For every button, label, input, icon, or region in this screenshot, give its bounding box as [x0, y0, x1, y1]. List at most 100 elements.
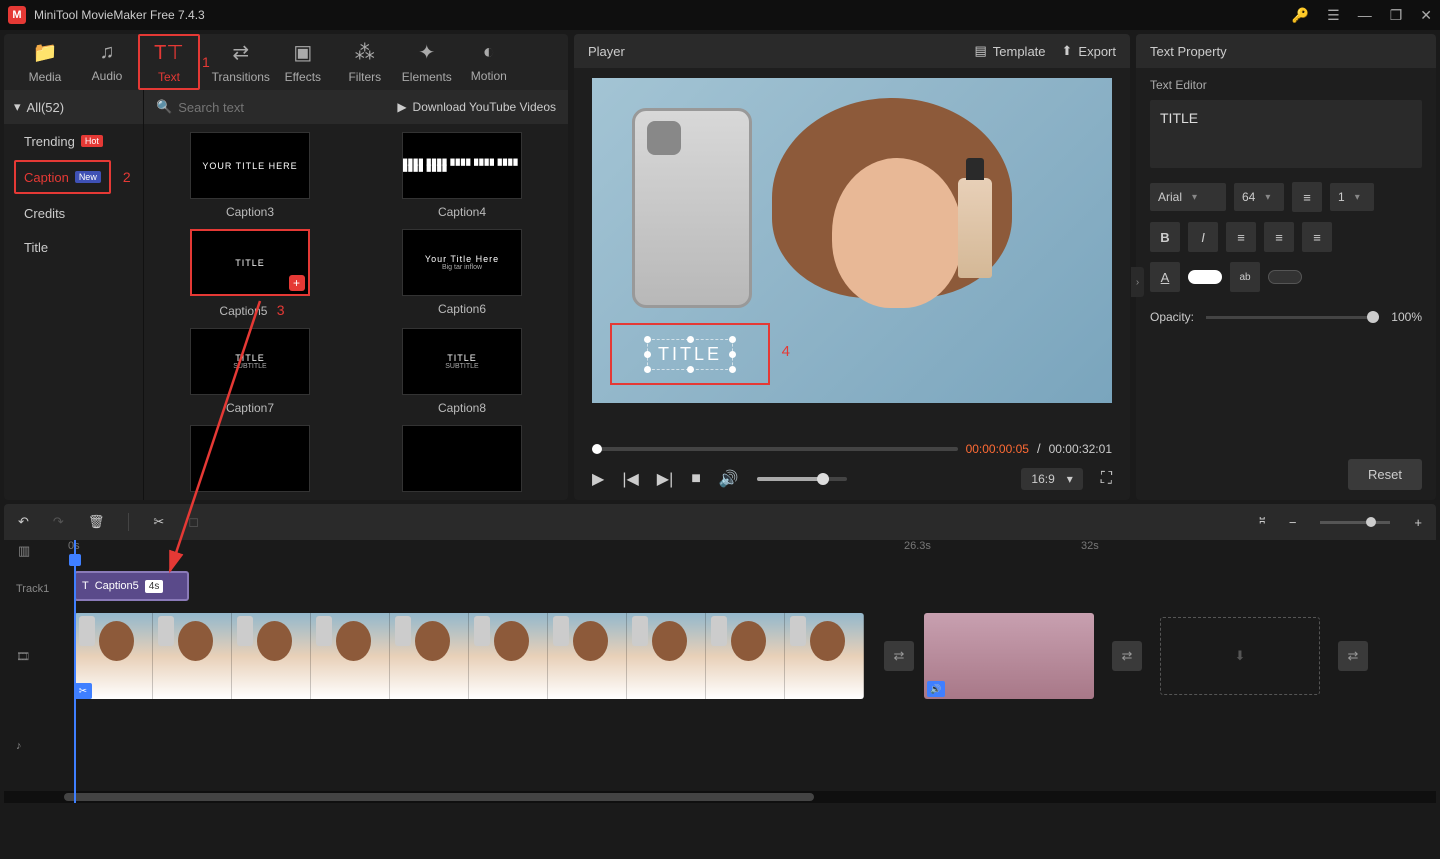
thumb-extra2[interactable]	[402, 425, 522, 492]
resize-handle[interactable]	[729, 336, 736, 343]
maximize-icon[interactable]: ❐	[1390, 7, 1403, 24]
chevron-down-icon: ▾	[1067, 472, 1073, 486]
volume-slider[interactable]	[757, 477, 847, 481]
font-size-select[interactable]: 64▾	[1234, 183, 1284, 211]
delete-button[interactable]: 🗑	[88, 514, 105, 530]
line-spacing-button[interactable]: ≡	[1292, 182, 1322, 212]
thumb-caption3[interactable]: YOUR TITLE HERE	[190, 132, 310, 199]
transition-slot[interactable]: ⇄	[884, 641, 914, 671]
align-right-button[interactable]: ≡	[1302, 222, 1332, 252]
thumb-caption4[interactable]: ████ ████ ████ ████ ████ ████ ████	[402, 132, 522, 199]
tab-audio[interactable]: ♫Audio	[76, 34, 138, 90]
transition-slot[interactable]: ⇄	[1112, 641, 1142, 671]
video-preview[interactable]: TITLE 4	[592, 78, 1112, 403]
resize-handle[interactable]	[687, 336, 694, 343]
tab-filters[interactable]: ⁂Filters	[334, 34, 396, 90]
app-title: MiniTool MovieMaker Free 7.4.3	[34, 8, 1292, 22]
spacing-select[interactable]: 1▾	[1330, 183, 1374, 211]
thumb-caption6[interactable]: Your Title HereBig tar inflow	[402, 229, 522, 296]
resize-handle[interactable]	[644, 351, 651, 358]
cut-button[interactable]: ✂	[153, 514, 164, 530]
text-track[interactable]: T Caption5 4s	[64, 566, 1436, 611]
asset-panel: 📁Media ♫Audio T⊤Text 1 ⇄Transitions ▣Eff…	[4, 34, 568, 500]
fit-button[interactable]: ⎶	[1260, 514, 1265, 530]
chevron-down-icon: ▾	[1192, 192, 1197, 203]
folder-icon: 📁	[33, 40, 58, 65]
expand-toggle[interactable]: ›	[1131, 267, 1144, 297]
sidebar-item-trending[interactable]: TrendingHot	[4, 124, 143, 158]
timeline-scrollbar[interactable]	[4, 791, 1436, 803]
export-button[interactable]: ⬆Export	[1062, 43, 1116, 59]
video-clip-1[interactable]	[74, 613, 864, 699]
add-icon[interactable]: +	[289, 275, 305, 291]
asset-sidebar: ▾All(52) TrendingHot CaptionNew 2 Credit…	[4, 90, 144, 500]
menu-icon[interactable]: ☰	[1327, 7, 1340, 24]
redo-button[interactable]: ↷	[53, 514, 64, 530]
text-editor-label: Text Editor	[1150, 78, 1422, 92]
tab-elements[interactable]: ✦Elements	[396, 34, 458, 90]
next-button[interactable]: ▶|	[657, 469, 673, 489]
text-content-input[interactable]: TITLE	[1150, 100, 1422, 168]
minimize-icon[interactable]: —	[1358, 7, 1372, 23]
reset-button[interactable]: Reset	[1348, 459, 1422, 490]
drop-zone[interactable]: ⬇	[1160, 617, 1320, 695]
audio-track[interactable]	[64, 701, 1436, 791]
tab-effects[interactable]: ▣Effects	[272, 34, 334, 90]
tab-media[interactable]: 📁Media	[14, 34, 76, 90]
aspect-ratio-select[interactable]: 16:9▾	[1021, 468, 1082, 490]
caption-clip[interactable]: T Caption5 4s	[74, 571, 189, 601]
font-select[interactable]: Arial▾	[1150, 183, 1226, 211]
fx-badge[interactable]: ✂	[74, 683, 92, 699]
resize-handle[interactable]	[644, 366, 651, 373]
tab-text[interactable]: T⊤Text	[138, 34, 200, 90]
download-youtube-link[interactable]: ▶Download YouTube Videos	[397, 100, 556, 114]
sidebar-item-credits[interactable]: Credits	[4, 196, 143, 230]
bold-button[interactable]: B	[1150, 222, 1180, 252]
undo-button[interactable]: ↶	[18, 514, 29, 530]
highlight-button[interactable]: ab	[1230, 262, 1260, 292]
thumb-caption7[interactable]: TITLESUBTITLE	[190, 328, 310, 395]
resize-handle[interactable]	[644, 336, 651, 343]
key-icon[interactable]: 🔑	[1292, 7, 1309, 24]
video-clip-2[interactable]	[924, 613, 1094, 699]
zoom-in-button[interactable]: +	[1414, 515, 1422, 530]
stop-button[interactable]: ■	[691, 470, 701, 488]
sidebar-all[interactable]: ▾All(52)	[4, 90, 143, 124]
resize-handle[interactable]	[687, 366, 694, 373]
seek-bar[interactable]	[592, 447, 958, 451]
fullscreen-button[interactable]: ⛶	[1101, 470, 1112, 488]
thumb-extra1[interactable]	[190, 425, 310, 492]
playhead[interactable]	[74, 540, 76, 803]
sidebar-item-title[interactable]: Title	[4, 230, 143, 264]
zoom-out-button[interactable]: −	[1289, 515, 1297, 530]
color-swatch-white[interactable]	[1188, 270, 1222, 284]
thumb-caption8[interactable]: TITLESUBTITLE	[402, 328, 522, 395]
italic-button[interactable]: I	[1188, 222, 1218, 252]
opacity-slider[interactable]	[1206, 316, 1379, 319]
search-input[interactable]: 🔍	[156, 99, 389, 115]
tab-motion[interactable]: ◐Motion	[458, 34, 520, 90]
play-button[interactable]: ▶	[592, 469, 604, 489]
thumb-caption5[interactable]: TITLE+	[190, 229, 310, 296]
title-overlay[interactable]: TITLE 4	[610, 323, 770, 385]
sidebar-item-caption[interactable]: CaptionNew	[14, 160, 111, 194]
prev-button[interactable]: |◀	[622, 469, 638, 489]
align-left-button[interactable]: ≡	[1226, 222, 1256, 252]
transition-slot[interactable]: ⇄	[1338, 641, 1368, 671]
volume-icon[interactable]: 🔊	[719, 469, 739, 489]
crop-button[interactable]: ◻	[188, 514, 199, 530]
timeline-ruler[interactable]: ▥ 0s 26.3s 32s	[4, 540, 1436, 566]
tab-transitions[interactable]: ⇄Transitions	[210, 34, 272, 90]
resize-handle[interactable]	[729, 366, 736, 373]
resize-handle[interactable]	[729, 351, 736, 358]
color-swatch-dark[interactable]	[1268, 270, 1302, 284]
seek-handle[interactable]	[592, 444, 602, 454]
close-icon[interactable]: ✕	[1420, 7, 1432, 24]
align-center-button[interactable]: ≡	[1264, 222, 1294, 252]
zoom-slider[interactable]	[1320, 521, 1390, 524]
search-icon: 🔍	[156, 99, 172, 115]
text-color-button[interactable]: A	[1150, 262, 1180, 292]
template-button[interactable]: ▤Template	[974, 43, 1045, 59]
track-manager-icon[interactable]: ▥	[18, 543, 30, 559]
video-track[interactable]: ✂ ⇄ ⇄ ⬇ ⇄	[64, 611, 1436, 701]
